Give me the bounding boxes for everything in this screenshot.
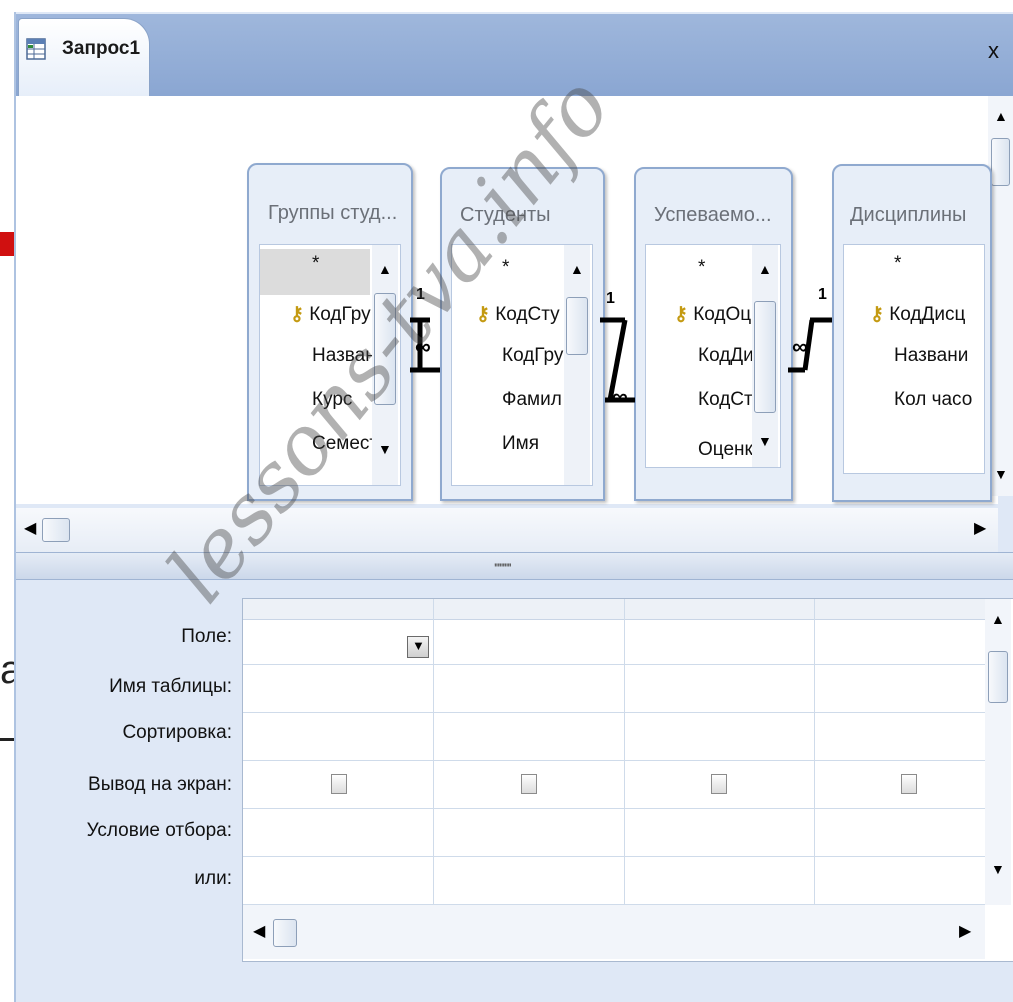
row-label-or: или: (194, 868, 232, 889)
scroll-up-icon[interactable]: ▲ (991, 611, 1005, 627)
grid-row-line (243, 808, 985, 809)
key-icon: ⚷ (290, 304, 304, 325)
table-title: Дисциплины (850, 204, 967, 226)
list-item[interactable]: ⚷ КодДисц (870, 303, 965, 326)
scroll-down-icon[interactable]: ▼ (994, 466, 1008, 482)
chevron-down-icon: ▼ (412, 638, 425, 653)
scroll-up-icon[interactable]: ▲ (758, 261, 772, 277)
close-button[interactable]: x (988, 38, 999, 64)
list-item[interactable]: Названи (894, 345, 968, 367)
slide-accent-mark (0, 232, 14, 256)
list-item[interactable]: * (894, 253, 901, 275)
grid-row-line (243, 760, 985, 761)
relation-many-label: ∞ (612, 384, 628, 409)
grid-vertical-scrollbar[interactable]: ▲ ▼ (985, 599, 1011, 905)
show-checkbox[interactable] (521, 774, 537, 794)
scroll-down-icon[interactable]: ▼ (378, 441, 392, 457)
table-title: Успеваемо... (654, 204, 772, 226)
list-item[interactable]: * (698, 257, 705, 279)
scroll-left-icon[interactable]: ◀ (253, 921, 265, 941)
key-icon: ⚷ (870, 304, 884, 325)
field-cell[interactable] (625, 621, 813, 663)
field-cell[interactable] (244, 621, 432, 663)
splitter-grip[interactable]: '''''''''' (494, 560, 512, 576)
scroll-down-icon[interactable]: ▼ (758, 433, 772, 449)
scroll-up-icon[interactable]: ▲ (994, 108, 1008, 124)
scrollbar-thumb[interactable] (273, 919, 297, 947)
row-label-sort: Сортировка: (122, 722, 232, 743)
relation-one-label: 1 (818, 286, 827, 303)
list-item[interactable]: Кол часо (894, 389, 972, 411)
scrollbar-thumb[interactable] (991, 138, 1010, 186)
scrollbar-thumb[interactable] (988, 651, 1008, 703)
relation-one-label: 1 (606, 290, 615, 307)
grid-row-line (243, 664, 985, 665)
grid-row-line (243, 856, 985, 857)
show-checkbox[interactable] (901, 774, 917, 794)
query-icon (26, 38, 46, 60)
scroll-right-icon[interactable]: ▶ (974, 518, 986, 538)
field-cell[interactable] (434, 621, 623, 663)
relation-many-label: ∞ (792, 334, 808, 359)
row-label-show: Вывод на экран: (88, 774, 232, 795)
show-checkbox[interactable] (331, 774, 347, 794)
row-label-table: Имя таблицы: (109, 676, 232, 697)
document-tab-bar (16, 14, 1013, 96)
scroll-right-icon[interactable]: ▶ (959, 921, 971, 941)
scrollbar-thumb[interactable] (42, 518, 70, 542)
scroll-up-icon[interactable]: ▲ (570, 261, 584, 277)
grid-horizontal-scrollbar[interactable]: ◀ ▶ (243, 905, 985, 959)
list-item[interactable]: * (312, 253, 319, 275)
list-item[interactable]: Имя (502, 433, 539, 455)
show-checkbox[interactable] (711, 774, 727, 794)
grid-column-selectors[interactable] (243, 599, 985, 620)
row-label-field: Поле: (181, 626, 232, 647)
tab-title: Запрос1 (62, 38, 141, 59)
field-list: * ⚷ КодДисц Названи Кол часо (843, 244, 985, 474)
grid-row-line (243, 712, 985, 713)
scroll-left-icon[interactable]: ◀ (24, 518, 36, 538)
list-item[interactable]: Оценк (698, 439, 753, 461)
field-dropdown-button[interactable]: ▼ (407, 636, 429, 658)
field-cell[interactable] (815, 621, 984, 663)
scroll-down-icon[interactable]: ▼ (991, 861, 1005, 877)
table-title: Группы студ... (268, 202, 398, 224)
row-label-criteria: Условие отбора: (86, 820, 232, 841)
